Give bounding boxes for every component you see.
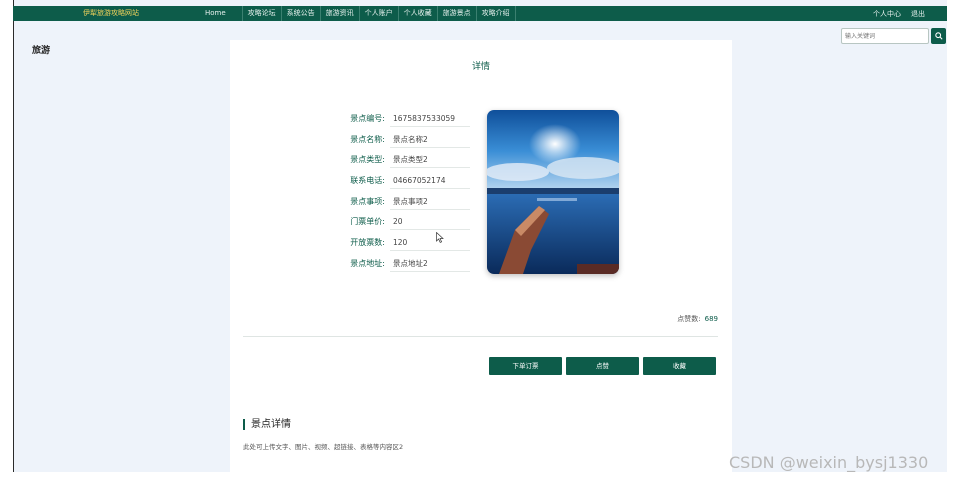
field-value: 1675837533059 bbox=[390, 110, 470, 127]
field-label: 景点地址: bbox=[350, 258, 385, 268]
field-row-matters: 景点事项: 景点事项2 bbox=[335, 191, 475, 212]
field-label: 景点事项: bbox=[350, 196, 385, 206]
nav-home[interactable]: Home bbox=[200, 6, 242, 21]
main-nav: Home 攻略论坛 系统公告 旅游资讯 个人账户 个人收藏 旅游景点 攻略介绍 bbox=[200, 6, 516, 21]
field-row-id: 景点编号: 1675837533059 bbox=[335, 108, 475, 129]
detail-fields: 景点编号: 1675837533059 景点名称: 景点名称2 景点类型: 景点… bbox=[335, 108, 475, 274]
field-row-tickets: 开放票数: 120 bbox=[335, 232, 475, 253]
field-row-type: 景点类型: 景点类型2 bbox=[335, 149, 475, 170]
detail-panel: 详情 景点编号: 1675837533059 景点名称: 景点名称2 景点类型:… bbox=[230, 40, 732, 472]
watermark: CSDN @weixin_bysj1330 bbox=[729, 453, 929, 472]
section-body: 此处可上传文字、图片、视频、超链接、表格等内容区2 bbox=[243, 443, 404, 451]
field-label: 开放票数: bbox=[350, 237, 385, 247]
field-label: 景点编号: bbox=[350, 113, 385, 123]
attraction-photo bbox=[487, 110, 619, 274]
like-button[interactable]: 点赞 bbox=[566, 357, 639, 375]
field-value: 120 bbox=[390, 234, 470, 251]
field-value: 景点地址2 bbox=[390, 255, 470, 272]
field-label: 门票单价: bbox=[350, 217, 385, 227]
field-value: 景点类型2 bbox=[390, 151, 470, 169]
sidebar-label: 旅游 bbox=[32, 46, 51, 56]
field-row-price: 门票单价: 20 bbox=[335, 211, 475, 232]
field-row-name: 景点名称: 景点名称2 bbox=[335, 129, 475, 150]
nav-forum[interactable]: 攻略论坛 bbox=[241, 6, 281, 21]
field-value: 20 bbox=[390, 213, 470, 231]
top-navigation-bar: 伊犁旅游攻略网站 Home 攻略论坛 系统公告 旅游资讯 个人账户 个人收藏 旅… bbox=[13, 6, 947, 21]
field-row-address: 景点地址: 景点地址2 bbox=[335, 253, 475, 274]
personal-center-link[interactable]: 个人中心 bbox=[873, 9, 901, 19]
nav-news[interactable]: 旅游资讯 bbox=[319, 6, 359, 21]
like-count-value: 689 bbox=[704, 315, 718, 323]
search-button[interactable] bbox=[931, 28, 946, 44]
section-title: 景点详情 bbox=[243, 419, 291, 430]
nav-favorites[interactable]: 个人收藏 bbox=[397, 6, 437, 21]
divider bbox=[243, 336, 718, 337]
nav-guides[interactable]: 攻略介绍 bbox=[475, 6, 516, 21]
nav-attractions[interactable]: 旅游景点 bbox=[436, 6, 476, 21]
user-links: 个人中心 退出 bbox=[873, 6, 925, 21]
field-value: 景点事项2 bbox=[390, 193, 470, 210]
field-label: 景点名称: bbox=[350, 134, 385, 144]
nav-account[interactable]: 个人账户 bbox=[358, 6, 398, 21]
like-count-label: 点赞数: bbox=[677, 315, 701, 323]
favorite-button[interactable]: 收藏 bbox=[643, 357, 716, 375]
mouse-cursor-icon bbox=[436, 228, 444, 247]
nav-announcements[interactable]: 系统公告 bbox=[280, 6, 320, 21]
field-value: 景点名称2 bbox=[390, 131, 470, 148]
like-count: 点赞数: 689 bbox=[677, 314, 718, 324]
search-icon bbox=[934, 32, 943, 40]
logout-link[interactable]: 退出 bbox=[911, 9, 925, 19]
field-label: 景点类型: bbox=[350, 155, 385, 165]
field-label: 联系电话: bbox=[350, 175, 385, 185]
order-ticket-button[interactable]: 下单订票 bbox=[489, 357, 562, 375]
search-input[interactable] bbox=[841, 28, 929, 44]
field-row-phone: 联系电话: 04667052174 bbox=[335, 170, 475, 191]
field-value: 04667052174 bbox=[390, 172, 470, 189]
site-brand[interactable]: 伊犁旅游攻略网站 bbox=[83, 8, 139, 18]
page-title: 详情 bbox=[471, 62, 490, 72]
